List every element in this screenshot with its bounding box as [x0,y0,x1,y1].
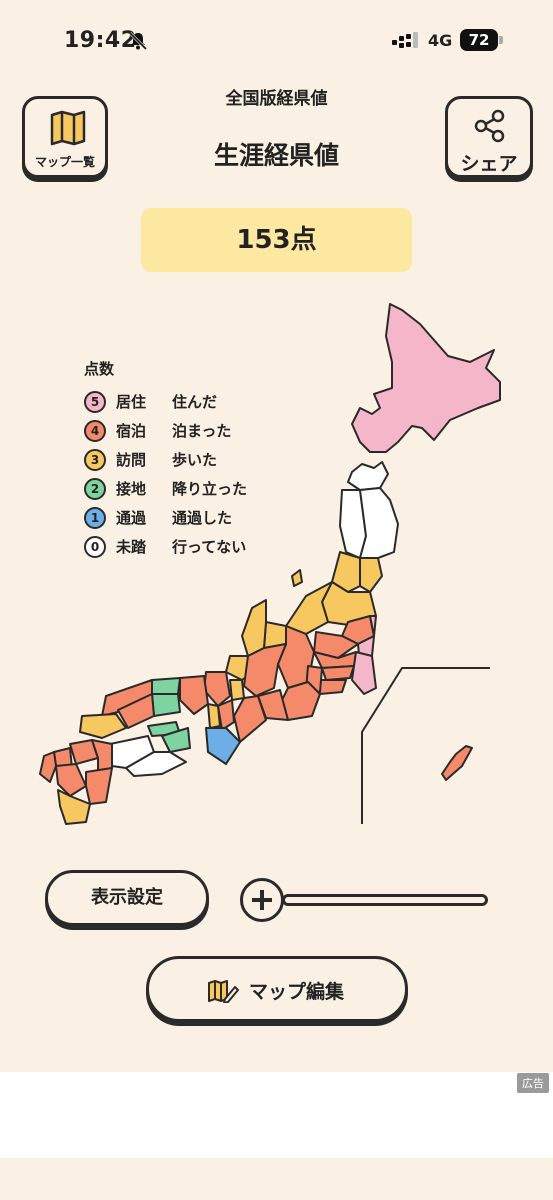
legend-row-1: 1 通過 通過した [84,503,247,532]
legend-desc-5: 住んだ [172,393,218,411]
legend-desc-2: 降り立った [172,480,248,498]
legend-row-2: 2 接地 降り立った [84,474,247,503]
map-list-button[interactable]: マップ一覧 [22,96,108,178]
legend-name-5: 居住 [116,393,147,411]
prefecture-okinawa [441,745,473,781]
legend-score-2: 2 [84,477,106,500]
okinawa-inset-border [361,667,490,824]
display-settings-button[interactable]: 表示設定 [45,870,209,926]
legend-row-4: 4 宿泊 泊まった [84,416,247,445]
prefecture-nagasaki [39,751,57,783]
legend-name-0: 未踏 [116,538,147,556]
legend-score-0: 0 [84,535,106,558]
legend-desc-1: 通過した [172,509,233,527]
prefecture-yamaguchi [79,713,127,739]
prefecture-tottori [151,677,181,695]
prefecture-shiga [229,679,245,701]
battery-icon: 72 [460,29,504,51]
map-icon [50,110,86,146]
legend-name-2: 接地 [116,480,147,498]
prefecture-ishikawa [241,599,267,657]
prefecture-okayama [151,693,181,717]
ad-badge: 広告 [517,1073,549,1093]
score-display: 153点 [141,208,412,272]
prefecture-hokkaido [351,303,501,453]
legend-desc-4: 泊まった [172,422,232,440]
ad-banner[interactable] [0,1072,553,1158]
prefecture-miyagi [359,557,383,593]
prefecture-kagoshima [57,789,91,825]
prefecture-chiba [351,651,377,695]
island-sado [291,569,303,587]
prefecture-miyazaki [85,767,113,805]
share-icon [474,109,505,143]
legend-score-3: 3 [84,448,106,471]
legend-score-5: 5 [84,390,106,413]
legend-desc-3: 歩いた [172,451,218,469]
bottom-strip [0,1158,553,1200]
zoom-slider[interactable] [282,894,488,906]
map-edit-icon [208,980,239,1003]
legend-score-4: 4 [84,419,106,442]
signal-icon [392,32,418,48]
map-list-label: マップ一覧 [34,155,95,169]
network-type: 4G [428,31,453,50]
prefecture-shizuoka [281,681,321,721]
prefecture-tokyo [321,665,355,681]
legend-name-4: 宿泊 [116,422,147,440]
bell-muted-icon [128,31,148,51]
legend-row-0: 0 未踏 行ってない [84,532,247,561]
status-time: 19:42 [64,28,137,53]
score-legend: 点数 5 居住 住んだ 4 宿泊 泊まった 3 訪問 歩いた 2 接地 降り立っ… [84,358,247,561]
legend-row-5: 5 居住 住んだ [84,387,247,416]
prefecture-iwate [359,487,399,559]
legend-name-1: 通過 [116,509,147,527]
legend-row-3: 3 訪問 歩いた [84,445,247,474]
edit-map-label: マップ編集 [249,981,345,1003]
legend-score-1: 1 [84,506,106,529]
edit-map-button[interactable]: マップ編集 [146,956,408,1022]
prefecture-aomori [347,461,389,491]
legend-desc-0: 行ってない [172,538,247,556]
prefecture-hyogo [179,675,209,715]
zoom-control [240,878,490,922]
legend-name-3: 訪問 [116,451,147,469]
prefecture-nara [217,699,235,731]
prefecture-mie [233,695,267,743]
share-button[interactable]: シェア [445,96,533,178]
zoom-plus-icon[interactable] [240,878,284,922]
share-label: シェア [460,153,518,175]
status-bar: 19:42 4G 72 [0,0,553,80]
battery-level: 72 [460,29,498,51]
legend-title: 点数 [84,360,115,378]
prefecture-wakayama [205,727,241,765]
